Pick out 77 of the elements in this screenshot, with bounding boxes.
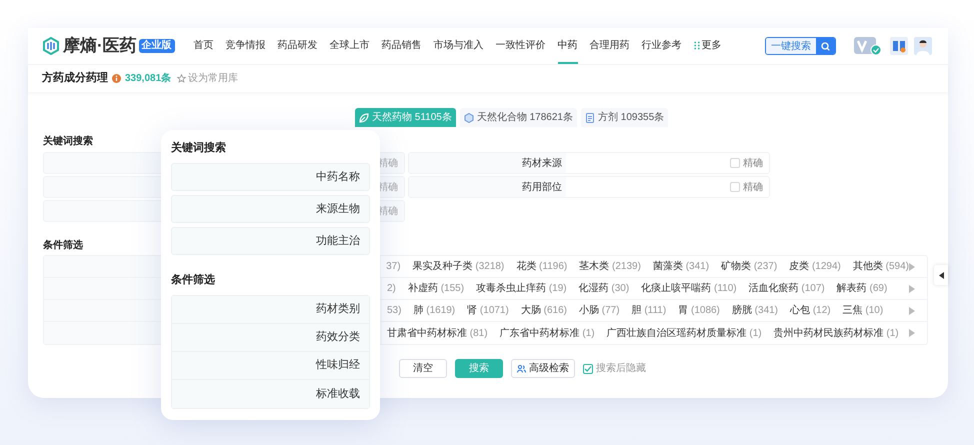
field-label: 来源生物 <box>171 195 370 223</box>
filter-option[interactable]: 茎木类 (2139) <box>579 259 641 274</box>
filter-option[interactable]: 大肠 (616) <box>520 303 567 318</box>
star-icon <box>177 74 186 83</box>
field-label: 药材类别 <box>172 296 369 324</box>
section-label: 关键词搜索 <box>43 136 93 148</box>
field-label: 标准收载 <box>172 380 369 408</box>
filter-option[interactable]: 解表药 (69) <box>836 281 888 296</box>
vip-badge-icon[interactable] <box>854 36 882 56</box>
search-icon <box>821 42 830 50</box>
expand-arrow-icon[interactable] <box>909 329 915 337</box>
filter-option[interactable]: 膀胱 (341) <box>732 303 778 318</box>
filter-option[interactable]: 果实及种子类 (3218) <box>412 259 504 274</box>
filter-option[interactable]: 肺 (1619) <box>413 303 456 318</box>
brand-name: 摩熵·医药 <box>63 35 137 58</box>
expand-arrow-icon[interactable] <box>909 284 915 292</box>
field-label: 药效分类 <box>172 324 369 352</box>
leaf-icon <box>359 112 369 122</box>
dataset-tab[interactable]: 方剂 109355条 <box>581 108 668 127</box>
info-icon <box>112 74 121 83</box>
filter-option[interactable]: 三焦 (10) <box>842 303 884 318</box>
document-icon <box>585 112 595 122</box>
nav-tab[interactable]: 市场与准入 <box>434 28 484 64</box>
card-section-title: 关键词搜索 <box>171 141 227 155</box>
logo-icon <box>42 37 60 55</box>
nav-tab[interactable]: 中药 <box>558 28 578 64</box>
grid-dots-icon <box>694 40 700 50</box>
nav-tab[interactable]: 竞争情报 <box>226 28 266 64</box>
field-label: 功能主治 <box>171 227 370 255</box>
checkbox[interactable] <box>583 364 593 374</box>
side-collapse-tab[interactable] <box>934 265 948 285</box>
section-label: 条件筛选 <box>43 240 83 252</box>
advanced-search-button[interactable]: 高级检索 <box>511 359 575 378</box>
expand-arrow-icon[interactable] <box>909 306 915 314</box>
nav-tab[interactable]: 合理用药 <box>590 28 630 64</box>
filter-option[interactable]: 广西壮族自治区瑶药材质量标准 (1) <box>606 326 762 340</box>
filter-option[interactable]: 皮类 (1294) <box>789 259 841 274</box>
filter-option[interactable]: 矿物类 (237) <box>721 259 778 274</box>
field-label: 中药名称 <box>171 163 370 191</box>
filter-option[interactable]: 甘肃省中药材标准 (81) <box>387 326 488 340</box>
filter-option[interactable]: 其他类 (594) <box>852 259 910 274</box>
filter-option[interactable]: 化痰止咳平喘药 (110) <box>641 281 737 296</box>
edition-badge: 企业版 <box>138 39 175 53</box>
collapse-arrow-icon <box>938 272 944 278</box>
clear-button[interactable]: 清空 <box>399 359 447 378</box>
people-icon <box>517 364 526 372</box>
nav-tab[interactable]: 一致性评价 <box>496 28 546 64</box>
card-section-title: 条件筛选 <box>171 273 216 287</box>
record-count: 339,081条 <box>125 72 172 86</box>
nav-tab[interactable]: 更多 <box>694 28 722 64</box>
nav-tab[interactable]: 药品销售 <box>382 28 422 64</box>
filter-option[interactable]: 贵州中药材民族药材标准 (1) <box>774 326 899 340</box>
nav-tab[interactable]: 全球上市 <box>330 28 370 64</box>
filter-option[interactable]: 胃 (1086) <box>678 303 720 318</box>
filter-option[interactable]: 广东省中药材标准 (1) <box>500 326 595 340</box>
filter-option[interactable]: 心包 (12) <box>790 303 831 318</box>
avatar-icon[interactable] <box>914 37 932 55</box>
nav-tab[interactable]: 药品研发 <box>278 28 318 64</box>
nav-tab[interactable]: 首页 <box>194 28 214 64</box>
dataset-tab[interactable]: 天然化合物 178621条 <box>460 108 577 127</box>
filter-option[interactable]: 胆 (111) <box>632 303 666 318</box>
checkbox-label: 搜索后隐藏 <box>596 362 646 376</box>
filter-option[interactable]: 补虚药 (155) <box>408 281 464 296</box>
page-title: 方药成分药理 <box>42 70 108 86</box>
filter-option[interactable]: 化湿药 (30) <box>578 281 630 296</box>
book-icon[interactable] <box>890 37 908 55</box>
filter-option[interactable]: 花类 (1196) <box>516 259 568 274</box>
filter-option[interactable]: 攻毒杀虫止痒药 (19) <box>476 281 567 296</box>
field-label: 性味归经 <box>172 352 369 380</box>
filter-option[interactable]: 小肠 (77) <box>578 303 620 318</box>
quick-search-button[interactable]: 一键搜索 <box>765 37 836 55</box>
filter-option[interactable]: 活血化瘀药 (107) <box>748 281 825 296</box>
hexagon-icon <box>464 112 474 122</box>
filter-option[interactable]: 肾 (1071) <box>467 303 509 318</box>
nav-tab[interactable]: 行业参考 <box>642 28 682 64</box>
expand-arrow-icon[interactable] <box>909 262 915 270</box>
filter-option[interactable]: 菌藻类 (341) <box>652 259 710 274</box>
